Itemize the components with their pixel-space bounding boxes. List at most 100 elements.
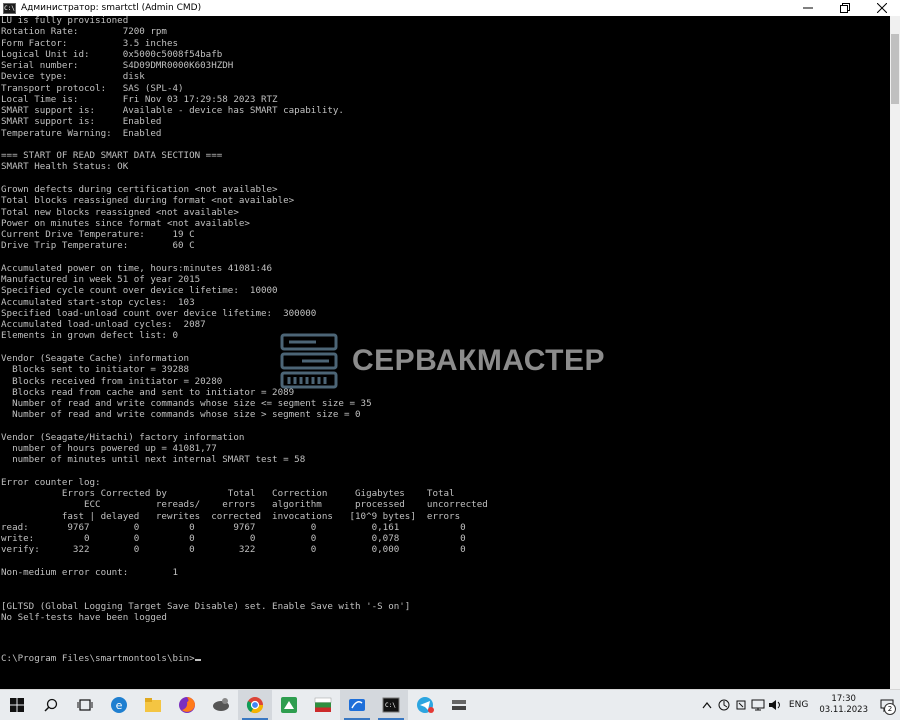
console-line: Logical Unit id: 0x5000c5008f54bafb	[1, 48, 223, 60]
minimize-button[interactable]	[789, 0, 826, 16]
console-line: === START OF READ SMART DATA SECTION ===	[1, 150, 223, 162]
clock-time: 17:30	[831, 694, 856, 704]
telegram-button[interactable]	[408, 690, 442, 720]
console-line: number of minutes until next internal SM…	[1, 454, 306, 466]
server-logo-icon	[280, 333, 338, 389]
watermark: СЕРВАКМАСТЕР	[280, 333, 605, 389]
start-button[interactable]	[0, 690, 34, 720]
console-line: Accumulated power on time, hours:minutes…	[1, 262, 273, 274]
volume-icon	[769, 700, 781, 710]
show-hidden-icons-button[interactable]	[699, 690, 716, 720]
app-icon	[349, 699, 365, 711]
console-line: Transport protocol: SAS (SPL-4)	[1, 82, 184, 94]
edge-icon: e	[111, 697, 127, 713]
watermark-text: СЕРВАКМАСТЕР	[352, 344, 606, 377]
console-line: Total new blocks reassigned <not availab…	[1, 206, 239, 218]
command-prompt: C:\Program Files\smartmontools\bin>	[1, 652, 195, 664]
console-line: Local Time is: Fri Nov 03 17:29:58 2023 …	[1, 93, 278, 105]
cmd-app-icon: C:\	[3, 2, 16, 14]
windows-logo-icon	[10, 698, 24, 712]
language-indicator[interactable]: ENG	[789, 700, 808, 710]
app-button-4[interactable]	[340, 690, 374, 720]
console-line: Form Factor: 3.5 inches	[1, 37, 179, 49]
system-tray: ENG 17:30 03.11.2023 2	[699, 690, 900, 720]
tray-app-button-2[interactable]	[733, 690, 750, 720]
console-line: Accumulated start-stop cycles: 103	[1, 296, 195, 308]
console-line: SMART support is: Enabled	[1, 116, 162, 128]
chevron-up-icon	[702, 702, 712, 709]
console-line: Error counter log:	[1, 476, 101, 488]
console-line: Temperature Warning: Enabled	[1, 127, 162, 139]
console-line: Errors Corrected by Total Correction Gig…	[1, 488, 455, 500]
tray-app-button[interactable]	[716, 690, 733, 720]
console-line: Number of read and write commands whose …	[1, 409, 361, 421]
console-line: Total blocks reassigned during format <n…	[1, 195, 295, 207]
app-icon	[314, 697, 332, 712]
console-line: fast | delayed rewrites corrected invoca…	[1, 510, 461, 522]
console-line: Manufactured in week 51 of year 2015	[1, 274, 201, 286]
app-button-2[interactable]	[272, 690, 306, 720]
restore-icon	[839, 3, 850, 13]
console-line: number of hours powered up = 41081,77	[1, 443, 217, 455]
minimize-icon	[802, 7, 813, 9]
cmd-button[interactable]: C:\	[374, 690, 408, 720]
chrome-button[interactable]	[238, 690, 272, 720]
app-button-3[interactable]	[306, 690, 340, 720]
file-explorer-button[interactable]	[136, 690, 170, 720]
chrome-icon	[246, 697, 264, 714]
search-button[interactable]	[34, 690, 68, 720]
telegram-icon	[417, 697, 434, 713]
volume-button[interactable]	[767, 690, 784, 720]
console-line: Number of read and write commands whose …	[1, 398, 372, 410]
console-line: ECC rereads/ errors algorithm processed …	[1, 499, 488, 511]
console-line: Drive Trip Temperature: 60 C	[1, 240, 195, 252]
firefox-button[interactable]	[170, 690, 204, 720]
restore-button[interactable]	[826, 0, 863, 16]
console-line: write: 0 0 0 0 0 0,078 0	[1, 533, 466, 545]
task-view-button[interactable]	[68, 690, 102, 720]
app-button-5[interactable]	[442, 690, 476, 720]
console-line: No Self-tests have been logged	[1, 612, 167, 624]
app-icon	[213, 698, 229, 711]
notification-badge: 2	[884, 703, 896, 715]
window-titlebar: C:\ Администратор: smartctl (Admin CMD)	[0, 0, 900, 16]
close-icon	[876, 3, 887, 13]
notification-center-button[interactable]: 2	[874, 690, 900, 720]
close-button[interactable]	[863, 0, 900, 16]
window-controls	[789, 0, 900, 16]
firefox-icon	[179, 697, 195, 713]
network-button[interactable]	[750, 690, 767, 720]
svg-text:C:\: C:\	[385, 702, 396, 709]
clock[interactable]: 17:30 03.11.2023	[819, 694, 868, 716]
app-button-1[interactable]	[204, 690, 238, 720]
task-view-icon	[77, 699, 93, 711]
scrollbar-thumb[interactable]	[891, 34, 899, 104]
console-line: Accumulated load-unload cycles: 2087	[1, 319, 206, 331]
console-line: LU is fully provisioned	[1, 16, 129, 26]
console-line: [GLTSD (Global Logging Target Save Disab…	[1, 600, 411, 612]
edge-button[interactable]: e	[102, 690, 136, 720]
console-line: Grown defects during certification <not …	[1, 183, 278, 195]
console-line: read: 9767 0 0 9767 0 0,161 0	[1, 521, 466, 533]
cmd-icon: C:\	[382, 697, 400, 713]
search-icon	[44, 698, 58, 712]
window-title: Администратор: smartctl (Admin CMD)	[21, 3, 202, 13]
console-scrollbar[interactable]	[890, 16, 900, 689]
folder-icon	[145, 698, 161, 712]
svg-text:e: e	[116, 699, 123, 712]
console-line: Vendor (Seagate/Hitachi) factory informa…	[1, 431, 245, 443]
console-line: verify: 322 0 0 322 0 0,000 0	[1, 544, 466, 556]
network-icon	[751, 699, 765, 711]
app-icon	[281, 697, 297, 713]
console-line: Current Drive Temperature: 19 C	[1, 229, 195, 241]
taskbar: e C:\ ENG 17:30 03.11.2023 2	[0, 689, 900, 720]
